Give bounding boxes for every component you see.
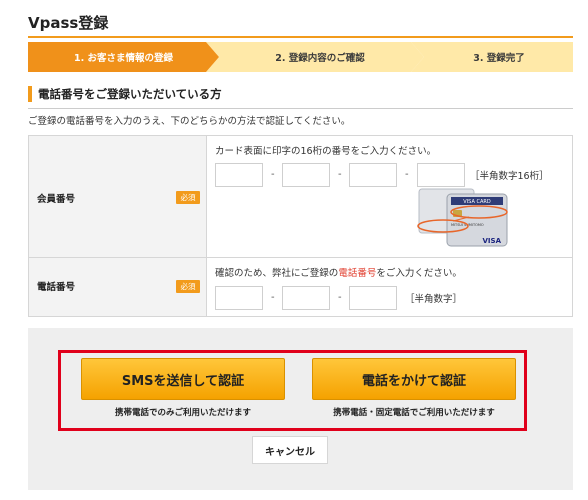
cancel-button[interactable]: キャンセル — [252, 436, 328, 464]
required-badge: 必須 — [176, 191, 200, 204]
separator: - — [338, 169, 342, 180]
card-number-input-1[interactable] — [215, 163, 263, 187]
phone-number-row: 電話番号 必須 確認のため、弊社にご登録の電話番号をご入力ください。 - - ［… — [29, 258, 572, 316]
separator: - — [405, 169, 409, 180]
member-number-format-note: ［半角数字16桁］ — [470, 171, 549, 182]
card-number-input-2[interactable] — [282, 163, 330, 187]
page-title: Vpass登録 — [28, 14, 109, 32]
intro-text: ご登録の電話番号を入力のうえ、下のどちらかの方法で認証してください。 — [28, 116, 351, 127]
sms-note: 携帯電話でのみご利用いただけます — [114, 408, 251, 418]
member-number-input-cell: カード表面に印字の16桁の番号をご入力ください。 - - - ［半角数字16桁］… — [207, 136, 572, 257]
progress-steps: 1. お客さま情報の登録 2. 登録内容のご確認 3. 登録完了 — [28, 42, 573, 72]
card-illustration: VISA CARD MITSUI SUMITOMO VISA — [417, 188, 508, 247]
phone-number-input-cell: 確認のため、弊社にご登録の電話番号をご入力ください。 - - ［半角数字］ — [207, 258, 572, 316]
step-confirm: 2. 登録内容のご確認 — [206, 42, 424, 72]
card-brand-bottom: VISA — [483, 237, 502, 245]
step-complete: 3. 登録完了 — [411, 42, 573, 72]
phone-hint-emphasis: 電話番号 — [338, 268, 377, 279]
phone-number-input-3[interactable] — [349, 286, 397, 310]
phone-hint-before: 確認のため、弊社にご登録の — [215, 268, 339, 279]
phone-hint-after: をご入力ください。 — [376, 268, 462, 279]
phone-number-input-1[interactable] — [215, 286, 263, 310]
sms-verify-button[interactable]: SMSを送信して認証 — [81, 358, 285, 400]
card-number-input-4[interactable] — [417, 163, 465, 187]
call-verify-button[interactable]: 電話をかけて認証 — [312, 358, 516, 400]
section-divider — [28, 108, 573, 109]
required-badge: 必須 — [176, 280, 200, 293]
title-divider — [28, 36, 573, 38]
member-number-row: 会員番号 必須 カード表面に印字の16桁の番号をご入力ください。 - - - ［… — [29, 136, 572, 258]
call-note: 携帯電話・固定電話でご利用いただけます — [333, 408, 495, 418]
verification-form: 会員番号 必須 カード表面に印字の16桁の番号をご入力ください。 - - - ［… — [28, 135, 573, 317]
card-brand-top: VISA CARD — [463, 199, 491, 205]
member-number-label: 会員番号 — [37, 194, 76, 205]
step-customer-info: 1. お客さま情報の登録 — [28, 42, 219, 72]
separator: - — [271, 292, 275, 303]
phone-number-label-cell: 電話番号 必須 — [29, 258, 207, 316]
separator: - — [338, 292, 342, 303]
phone-number-hint: 確認のため、弊社にご登録の電話番号をご入力ください。 — [215, 265, 462, 279]
member-number-hint: カード表面に印字の16桁の番号をご入力ください。 — [215, 146, 437, 157]
member-number-label-cell: 会員番号 必須 — [29, 136, 207, 257]
separator: - — [271, 169, 275, 180]
phone-number-input-2[interactable] — [282, 286, 330, 310]
phone-number-format-note: ［半角数字］ — [405, 294, 463, 305]
phone-number-label: 電話番号 — [37, 282, 76, 293]
card-number-input-3[interactable] — [349, 163, 397, 187]
section-heading: 電話番号をご登録いただいている方 — [28, 86, 222, 102]
